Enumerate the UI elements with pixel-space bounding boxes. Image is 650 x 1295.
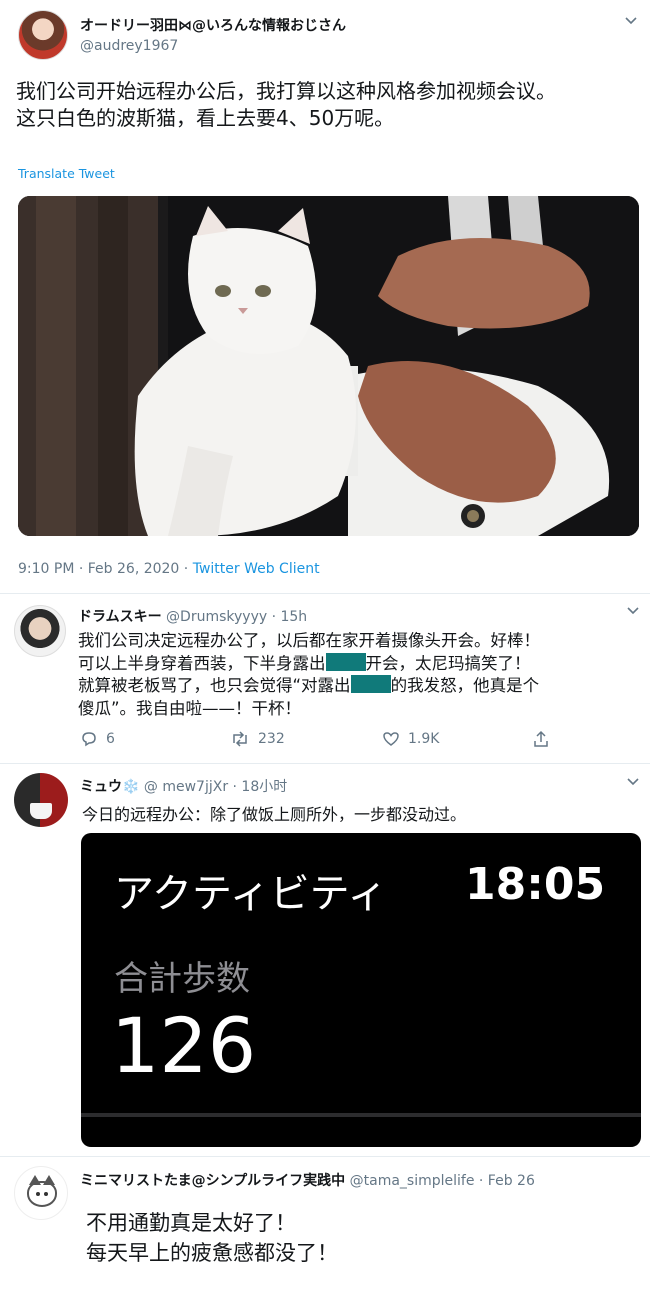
chevron-down-icon[interactable] (625, 17, 637, 29)
display-name[interactable]: ドラムスキー (78, 609, 162, 625)
retweet-button[interactable]: 232 (230, 730, 285, 748)
share-icon (532, 730, 550, 748)
tweet-text: 不用通勤真是太好了！ 每天早上的疲惫感都没了！ (86, 1211, 338, 1265)
heart-icon (382, 730, 400, 748)
avatar[interactable] (18, 10, 68, 60)
tweet-text: 今日的远程办公：除了做饭上厕所外，一步都没动过。 (82, 805, 467, 824)
cat-icon (27, 1175, 57, 1207)
redaction-block (325, 652, 366, 671)
user-handle[interactable]: @Drumskyyyy (166, 609, 267, 625)
reply-button[interactable]: 6 (80, 730, 115, 748)
share-button[interactable] (532, 730, 550, 748)
tweet-time[interactable]: · Feb 26 (479, 1173, 535, 1189)
translate-tweet-link[interactable]: Translate Tweet (18, 166, 115, 181)
tweet-photo[interactable] (18, 196, 639, 536)
user-handle[interactable]: @tama_simplelife (350, 1173, 475, 1189)
reply-count: 6 (106, 731, 115, 747)
total-steps-value: 126 (111, 1001, 257, 1090)
divider (81, 1113, 641, 1117)
tweet-actions: 6 232 1.9K (80, 730, 560, 752)
client-link[interactable]: Twitter Web Client (193, 561, 320, 577)
tweet-header: ミュウ❄️ @ mew7jjXr · 18小时 (80, 776, 287, 796)
like-button[interactable]: 1.9K (382, 730, 439, 748)
display-name[interactable]: ミュウ❄️ (80, 779, 139, 795)
retweet-count: 232 (258, 731, 285, 747)
avatar[interactable] (14, 605, 66, 657)
divider (0, 763, 650, 764)
tweet-header: ミニマリストたま@シンプルライフ実践中 @tama_simplelife · F… (80, 1170, 535, 1190)
display-name[interactable]: ミニマリストたま@シンプルライフ実践中 (80, 1173, 345, 1189)
user-handle[interactable]: @ mew7jjXr (144, 779, 228, 795)
reply-icon (80, 730, 98, 748)
tweet-meta: 9:10 PM · Feb 26, 2020 · Twitter Web Cli… (18, 561, 320, 577)
tweet-text: 我们公司决定远程办公了，以后都在家开着摄像头开会。好棒！ 可以上半身穿着西装，下… (78, 631, 540, 718)
user-handle[interactable]: @audrey1967 (80, 38, 178, 54)
chevron-down-icon[interactable] (627, 778, 639, 790)
tweet-header: ドラムスキー @Drumskyyyy · 15h (78, 606, 307, 626)
avatar[interactable] (14, 773, 68, 827)
activity-time: 18:05 (465, 859, 606, 910)
avatar[interactable] (14, 1166, 68, 1220)
tweet-time[interactable]: · 15h (272, 609, 308, 625)
chevron-down-icon[interactable] (627, 607, 639, 619)
total-steps-label: 合計歩数 (114, 959, 250, 999)
display-name[interactable]: オードリー羽田⋈@いろんな情報おじさん (80, 15, 346, 35)
redaction-block (350, 675, 391, 693)
divider (0, 1156, 650, 1157)
retweet-icon (230, 730, 250, 748)
tweet-time[interactable]: · 18小时 (233, 779, 288, 795)
activity-screenshot[interactable]: アクティビティ 18:05 合計歩数 126 (81, 833, 641, 1147)
activity-title: アクティビティ (114, 871, 388, 917)
like-count: 1.9K (408, 731, 440, 747)
divider (0, 593, 650, 594)
tweet-text: 我们公司开始远程办公后，我打算以这种风格参加视频会议。 这只白色的波斯猫，看上去… (16, 79, 556, 130)
timestamp[interactable]: 9:10 PM · Feb 26, 2020 · (18, 561, 188, 577)
